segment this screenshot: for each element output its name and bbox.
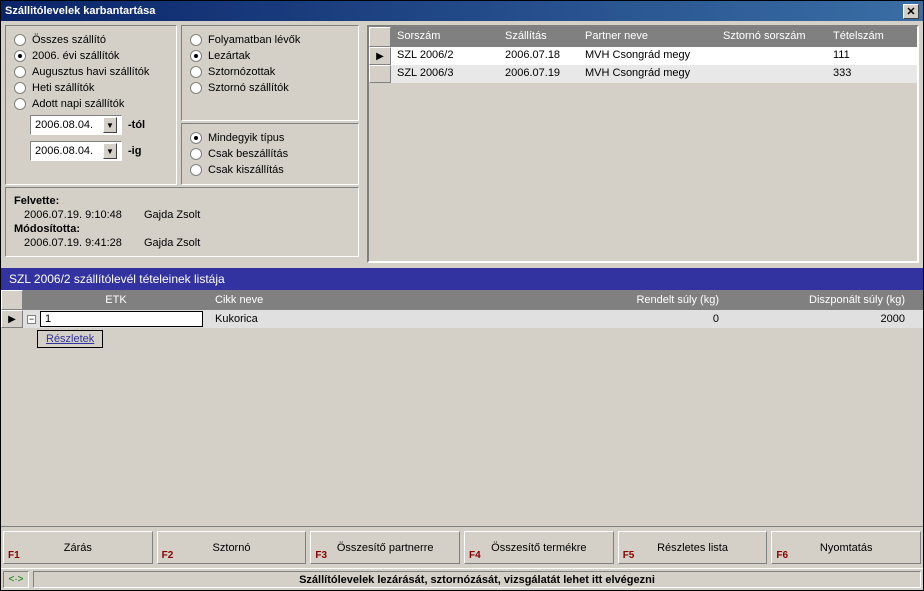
delivery-grid[interactable]: Sorszám Szállítás Partner neve Sztornó s… [367, 25, 919, 263]
col-tetelszam[interactable]: Tételszám [827, 27, 917, 47]
f5-button[interactable]: F5Részletes lista [618, 531, 768, 564]
status-filter-group: Folyamatban lévők Lezártak Sztornózottak… [181, 25, 359, 121]
audit-info: Felvette: 2006.07.19. 9:10:48Gajda Zsolt… [5, 187, 359, 257]
f6-button[interactable]: F6Nyomtatás [771, 531, 921, 564]
modified-user: Gajda Zsolt [144, 237, 200, 249]
right-panel: Sorszám Szállítás Partner neve Sztornó s… [363, 21, 923, 268]
content: Összes szállító 2006. évi szállítók Augu… [1, 21, 923, 590]
col-diszponalt[interactable]: Diszponált súly (kg) [725, 291, 923, 309]
detail-section-title: SZL 2006/2 szállítólevél tételeinek list… [1, 268, 923, 290]
date-from-input[interactable]: 2006.08.04.▼ [30, 115, 122, 135]
table-row[interactable]: SZL 2006/3 2006.07.19 MVH Csongrád megy … [369, 65, 917, 83]
statusbar: <·> Szállítólevelek lezárását, sztornózá… [1, 568, 923, 590]
f3-button[interactable]: F3Összesítő partnerre [310, 531, 460, 564]
grid-header: Sorszám Szállítás Partner neve Sztornó s… [369, 27, 917, 47]
scope-option-week[interactable]: Heti szállítók [14, 80, 168, 96]
scope-option-all[interactable]: Összes szállító [14, 32, 168, 48]
titlebar: Szállitólevelek karbantartása ✕ [1, 1, 923, 21]
status-option-cancelled[interactable]: Sztornózottak [190, 64, 350, 80]
detail-empty-area [1, 350, 923, 510]
detail-grid: ETK Cikk neve Rendelt súly (kg) Diszponá… [1, 290, 923, 526]
f2-button[interactable]: F2Sztornó [157, 531, 307, 564]
status-option-inprogress[interactable]: Folyamatban lévők [190, 32, 350, 48]
details-button[interactable]: Részletek [37, 330, 103, 348]
col-sztorno[interactable]: Sztornó sorszám [717, 27, 827, 47]
table-row[interactable]: ▶ SZL 2006/2 2006.07.18 MVH Csongrád meg… [369, 47, 917, 65]
to-suffix: -ig [128, 145, 141, 157]
window-title: Szállitólevelek karbantartása [5, 5, 903, 17]
created-label: Felvette: [14, 195, 59, 207]
status-resize-icon: <·> [3, 571, 29, 588]
detail-row[interactable]: ▶ − 1 Kukorica 0 2000 [1, 310, 923, 328]
scope-filter-group: Összes szállító 2006. évi szállítók Augu… [5, 25, 177, 185]
created-time: 2006.07.19. 9:10:48 [14, 209, 144, 221]
close-button[interactable]: ✕ [903, 4, 919, 19]
scope-option-year[interactable]: 2006. évi szállítók [14, 48, 168, 64]
detail-header: ETK Cikk neve Rendelt súly (kg) Diszponá… [1, 290, 923, 310]
f1-button[interactable]: F1Zárás [3, 531, 153, 564]
function-keys: F1Zárás F2Sztornó F3Összesítő partnerre … [1, 526, 923, 568]
col-rendelt[interactable]: Rendelt súly (kg) [569, 291, 725, 309]
f4-button[interactable]: F4Összesítő termékre [464, 531, 614, 564]
col-cikk[interactable]: Cikk neve [209, 291, 569, 309]
type-option-out[interactable]: Csak kiszállítás [190, 162, 350, 178]
status-option-closed[interactable]: Lezártak [190, 48, 350, 64]
type-option-all[interactable]: Mindegyik típus [190, 130, 350, 146]
type-filter-group: Mindegyik típus Csak beszállítás Csak ki… [181, 123, 359, 185]
status-option-storno[interactable]: Sztornó szállítók [190, 80, 350, 96]
col-etk[interactable]: ETK [23, 291, 209, 309]
scope-option-day[interactable]: Adott napi szállítók [14, 96, 168, 112]
scope-option-month[interactable]: Augusztus havi szállítók [14, 64, 168, 80]
upper-area: Összes szállító 2006. évi szállítók Augu… [1, 21, 923, 268]
row-indicator-icon: ▶ [8, 314, 16, 325]
collapse-icon[interactable]: − [27, 315, 36, 324]
app-window: Szállitólevelek karbantartása ✕ Összes s… [0, 0, 924, 591]
from-suffix: -tól [128, 119, 145, 131]
created-user: Gajda Zsolt [144, 209, 200, 221]
col-szallitas[interactable]: Szállítás [499, 27, 579, 47]
left-panel: Összes szállító 2006. évi szállítók Augu… [1, 21, 363, 268]
col-sorszam[interactable]: Sorszám [391, 27, 499, 47]
etk-input[interactable]: 1 [40, 311, 203, 327]
row-indicator-icon: ▶ [376, 51, 384, 62]
type-option-in[interactable]: Csak beszállítás [190, 146, 350, 162]
detail-sub-row: Részletek [1, 328, 923, 350]
status-text: Szállítólevelek lezárását, sztornózását,… [33, 571, 921, 588]
modified-time: 2006.07.19. 9:41:28 [14, 237, 144, 249]
chevron-down-icon[interactable]: ▼ [103, 117, 117, 133]
modified-label: Módosította: [14, 223, 80, 235]
date-to-input[interactable]: 2006.08.04.▼ [30, 141, 122, 161]
col-partner[interactable]: Partner neve [579, 27, 717, 47]
chevron-down-icon[interactable]: ▼ [103, 143, 117, 159]
